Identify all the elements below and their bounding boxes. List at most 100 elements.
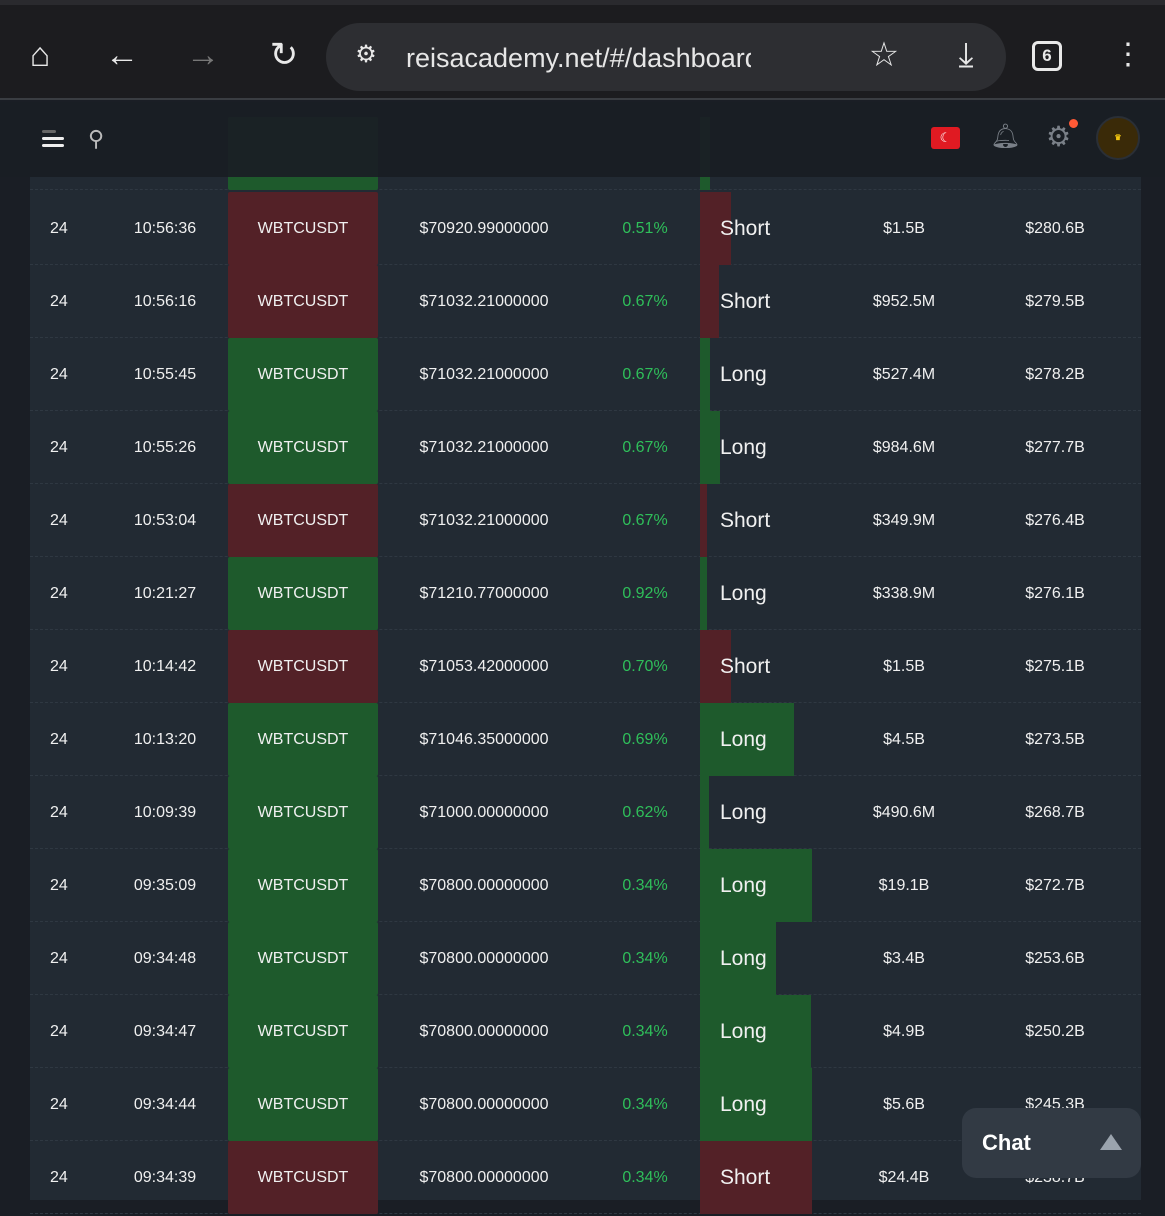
table-row: 24 09:35:09 WBTCUSDT $70800.00000000 0.3… [30,849,1141,922]
date-cell: 24 [50,366,68,383]
chevron-up-icon [1100,1134,1122,1150]
download-icon[interactable]: ⤓ [944,35,988,75]
chat-label: Chat [982,1130,1031,1155]
total-cell: $276.4B [1025,512,1085,529]
date-cell: 24 [50,950,68,967]
url-text[interactable]: reisacademy.net/#/dashboard/sign [406,43,751,74]
tab-count-button[interactable]: 6 [1032,41,1062,71]
time-cell: 10:56:16 [133,293,197,310]
percent-cell: 0.92% [622,585,668,602]
side-cell: Long [700,776,812,849]
bookmark-star-icon[interactable]: ☆ [862,35,906,75]
amount-cell: $952.5M [872,293,936,310]
price-cell: $70800.00000000 [419,877,549,894]
percent-cell: 0.67% [622,512,668,529]
symbol-cell: WBTCUSDT [228,411,378,484]
time-cell: 10:55:26 [133,439,197,456]
percent-cell: 0.62% [622,804,668,821]
side-label: Long [720,874,767,897]
amount-cell: $3.4B [883,950,925,967]
symbol-cell: WBTCUSDT [228,557,378,630]
browser-toolbar: ⌂ ← → ↻ ⚙ reisacademy.net/#/dashboard/si… [0,0,1165,100]
price-cell: $71032.21000000 [419,293,549,310]
avatar[interactable]: ♛ [1096,116,1140,160]
menu-icon[interactable] [42,130,64,147]
total-cell: $278.2B [1025,366,1085,383]
side-label: Long [720,801,767,824]
date-cell: 24 [50,658,68,675]
site-settings-icon[interactable]: ⚙ [344,35,388,75]
bell-icon[interactable]: 🔔︎ [990,122,1020,151]
price-cell: $71000.00000000 [419,804,549,821]
reload-icon[interactable]: ↻ [262,35,306,75]
side-cell: Long [700,1068,812,1141]
percent-cell: 0.34% [622,950,668,967]
side-label: Long [720,1093,767,1116]
side-label: Long [720,947,767,970]
forward-icon[interactable]: → [181,35,225,75]
table-row: 24 10:13:20 WBTCUSDT $71046.35000000 0.6… [30,703,1141,776]
symbol-cell: WBTCUSDT [228,703,378,776]
amount-cell: $4.9B [883,1023,925,1040]
side-label: Short [720,509,771,532]
percent-cell: 0.34% [622,877,668,894]
side-label: Short [720,290,771,313]
settings-icon[interactable]: ⚙ [1046,120,1071,153]
percent-cell: 0.67% [622,366,668,383]
table-row: 24 10:55:26 WBTCUSDT $71032.21000000 0.6… [30,411,1141,484]
price-cell: $70920.99000000 [419,220,549,237]
date-cell: 24 [50,1169,68,1186]
more-menu-icon[interactable]: ⋮ [1106,35,1150,75]
side-label: Long [720,436,767,459]
date-cell: 24 [50,1023,68,1040]
app-header: ⚲ ☾ 🔔︎ ⚙ ♛ [0,102,1165,177]
percent-cell: 0.34% [622,1023,668,1040]
symbol-cell: WBTCUSDT [228,630,378,703]
side-cell: Long [700,703,812,776]
symbol-cell: WBTCUSDT [228,1141,378,1214]
address-bar[interactable]: ⚙ reisacademy.net/#/dashboard/sign ☆ ⤓ [326,23,1006,91]
side-cell: Short [700,192,812,265]
price-cell: $71046.35000000 [419,731,549,748]
side-cell: Long [700,411,812,484]
side-label: Long [720,363,767,386]
symbol-cell: WBTCUSDT [228,849,378,922]
price-cell: $71210.77000000 [419,585,549,602]
table-row: 24 10:14:42 WBTCUSDT $71053.42000000 0.7… [30,630,1141,703]
back-icon[interactable]: ← [100,35,144,75]
turkey-flag-icon[interactable]: ☾ [931,127,960,149]
time-cell: 09:34:48 [133,950,197,967]
percent-cell: 0.70% [622,658,668,675]
time-cell: 09:34:44 [133,1096,197,1113]
symbol-cell: WBTCUSDT [228,338,378,411]
date-cell: 24 [50,731,68,748]
side-cell: Short [700,630,812,703]
date-cell: 24 [50,439,68,456]
table-row: 24 10:56:36 WBTCUSDT $70920.99000000 0.5… [30,192,1141,265]
percent-cell: 0.34% [622,1096,668,1113]
symbol-cell: WBTCUSDT [228,1068,378,1141]
amount-cell: $349.9M [872,512,936,529]
time-cell: 10:21:27 [133,585,197,602]
time-cell: 10:55:45 [133,366,197,383]
amount-cell: $1.5B [883,220,925,237]
home-icon[interactable]: ⌂ [18,35,62,75]
date-cell: 24 [50,804,68,821]
time-cell: 10:56:36 [133,220,197,237]
chat-widget-button[interactable]: Chat [962,1108,1141,1178]
total-cell: $253.6B [1025,950,1085,967]
search-icon[interactable]: ⚲ [88,126,104,152]
price-cell: $71032.21000000 [419,439,549,456]
total-cell: $250.2B [1025,1023,1085,1040]
amount-cell: $4.5B [883,731,925,748]
amount-cell: $490.6M [872,804,936,821]
symbol-cell: WBTCUSDT [228,995,378,1068]
symbol-cell: WBTCUSDT [228,922,378,995]
total-cell: $272.7B [1025,877,1085,894]
symbol-cell: WBTCUSDT [228,484,378,557]
time-cell: 09:35:09 [133,877,197,894]
amount-cell: $338.9M [872,585,936,602]
side-label: Long [720,728,767,751]
price-cell: $71032.21000000 [419,366,549,383]
price-cell: $70800.00000000 [419,1023,549,1040]
